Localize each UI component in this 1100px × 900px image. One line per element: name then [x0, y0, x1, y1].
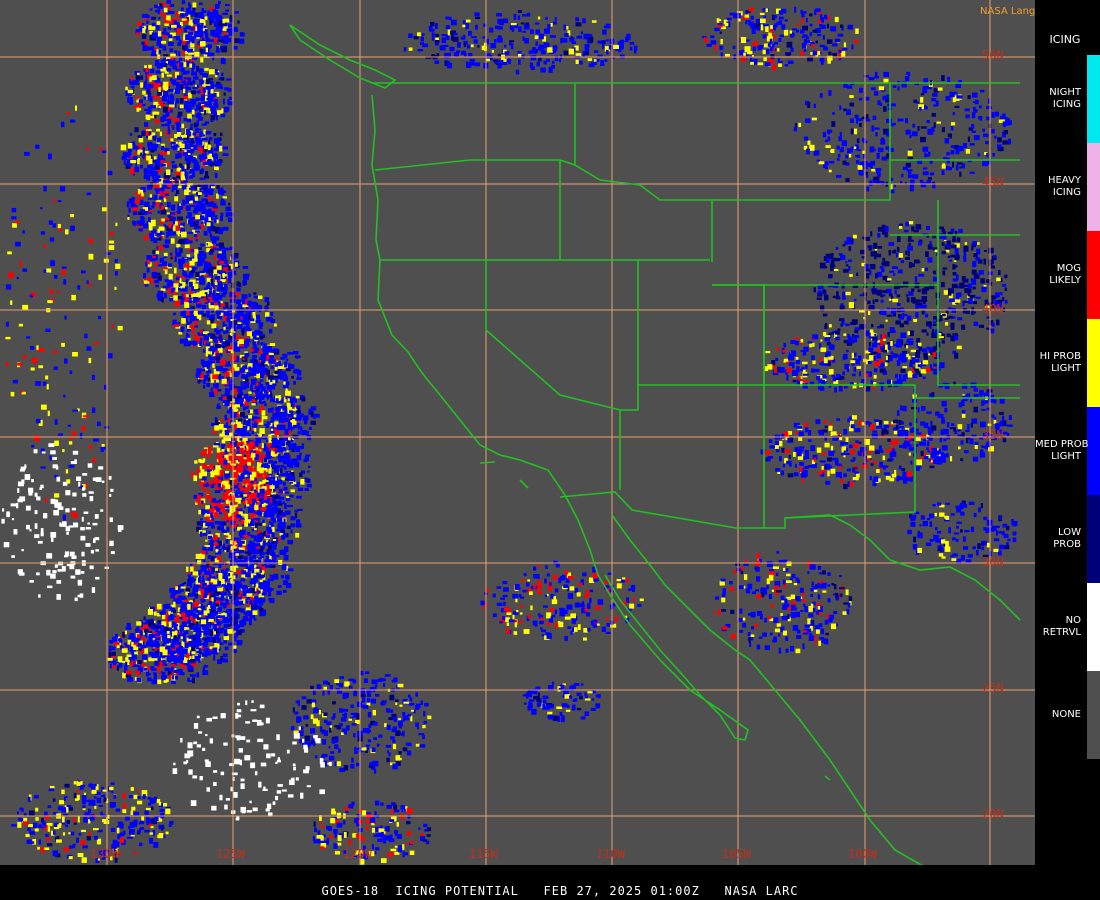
lon-label-125w: 125W: [216, 847, 245, 861]
legend-label: LOW PROB: [1053, 527, 1081, 550]
legend-swatch: [1087, 231, 1100, 319]
legend-label: MED PROB LIGHT: [1035, 439, 1089, 462]
legend-title: ICING: [1049, 33, 1081, 46]
legend-label: NIGHT ICING: [1049, 87, 1081, 110]
legend-label: MOG LIKELY: [1049, 263, 1081, 286]
legend-swatch: [1087, 671, 1100, 759]
lon-label-130w: 130W: [90, 847, 119, 861]
graticule: [0, 0, 1035, 865]
legend-swatch: [1087, 143, 1100, 231]
lat-label-30n: 30N: [982, 555, 1004, 569]
lat-label-40n: 40N: [982, 302, 1004, 316]
idaho-outline: [574, 84, 713, 262]
arizona-border: [620, 385, 765, 528]
lat-label-45n: 45N: [982, 175, 1004, 189]
lon-label-100w: 100W: [848, 847, 877, 861]
wyoming-border: [712, 200, 939, 286]
legend-swatch: [1087, 583, 1100, 671]
legend-label: HEAVY ICING: [1048, 175, 1081, 198]
legend-swatch: [1087, 407, 1100, 495]
lat-label-35n: 35N: [982, 428, 1004, 442]
lon-label-120w: 120W: [343, 847, 372, 861]
legend-swatch: [1087, 495, 1100, 583]
lon-label-105w: 105W: [722, 847, 751, 861]
legend-label: NONE: [1051, 709, 1081, 720]
map-canvas: [0, 0, 1035, 865]
washington-oregon-border: [374, 159, 576, 171]
lon-label-110w: 110W: [596, 847, 625, 861]
icing-map: [0, 0, 1035, 865]
lat-label-25n: 25N: [982, 681, 1004, 695]
lat-label-20n: 20N: [982, 807, 1004, 821]
legend-swatch: [1087, 319, 1100, 407]
legend-swatch: [1087, 55, 1100, 143]
lat-label-50n: 50N: [982, 48, 1004, 62]
nevada-border: [485, 260, 621, 490]
channel-islands: [479, 461, 529, 489]
gulf-islands: [824, 775, 831, 781]
caption-text: GOES-18 ICING POTENTIAL FEB 27, 2025 01:…: [321, 884, 799, 898]
utah-border: [637, 260, 765, 386]
lon-label-115w: 115W: [469, 847, 498, 861]
legend-label: NO RETRVL: [1042, 615, 1081, 638]
legend-label: HI PROB LIGHT: [1039, 351, 1081, 374]
